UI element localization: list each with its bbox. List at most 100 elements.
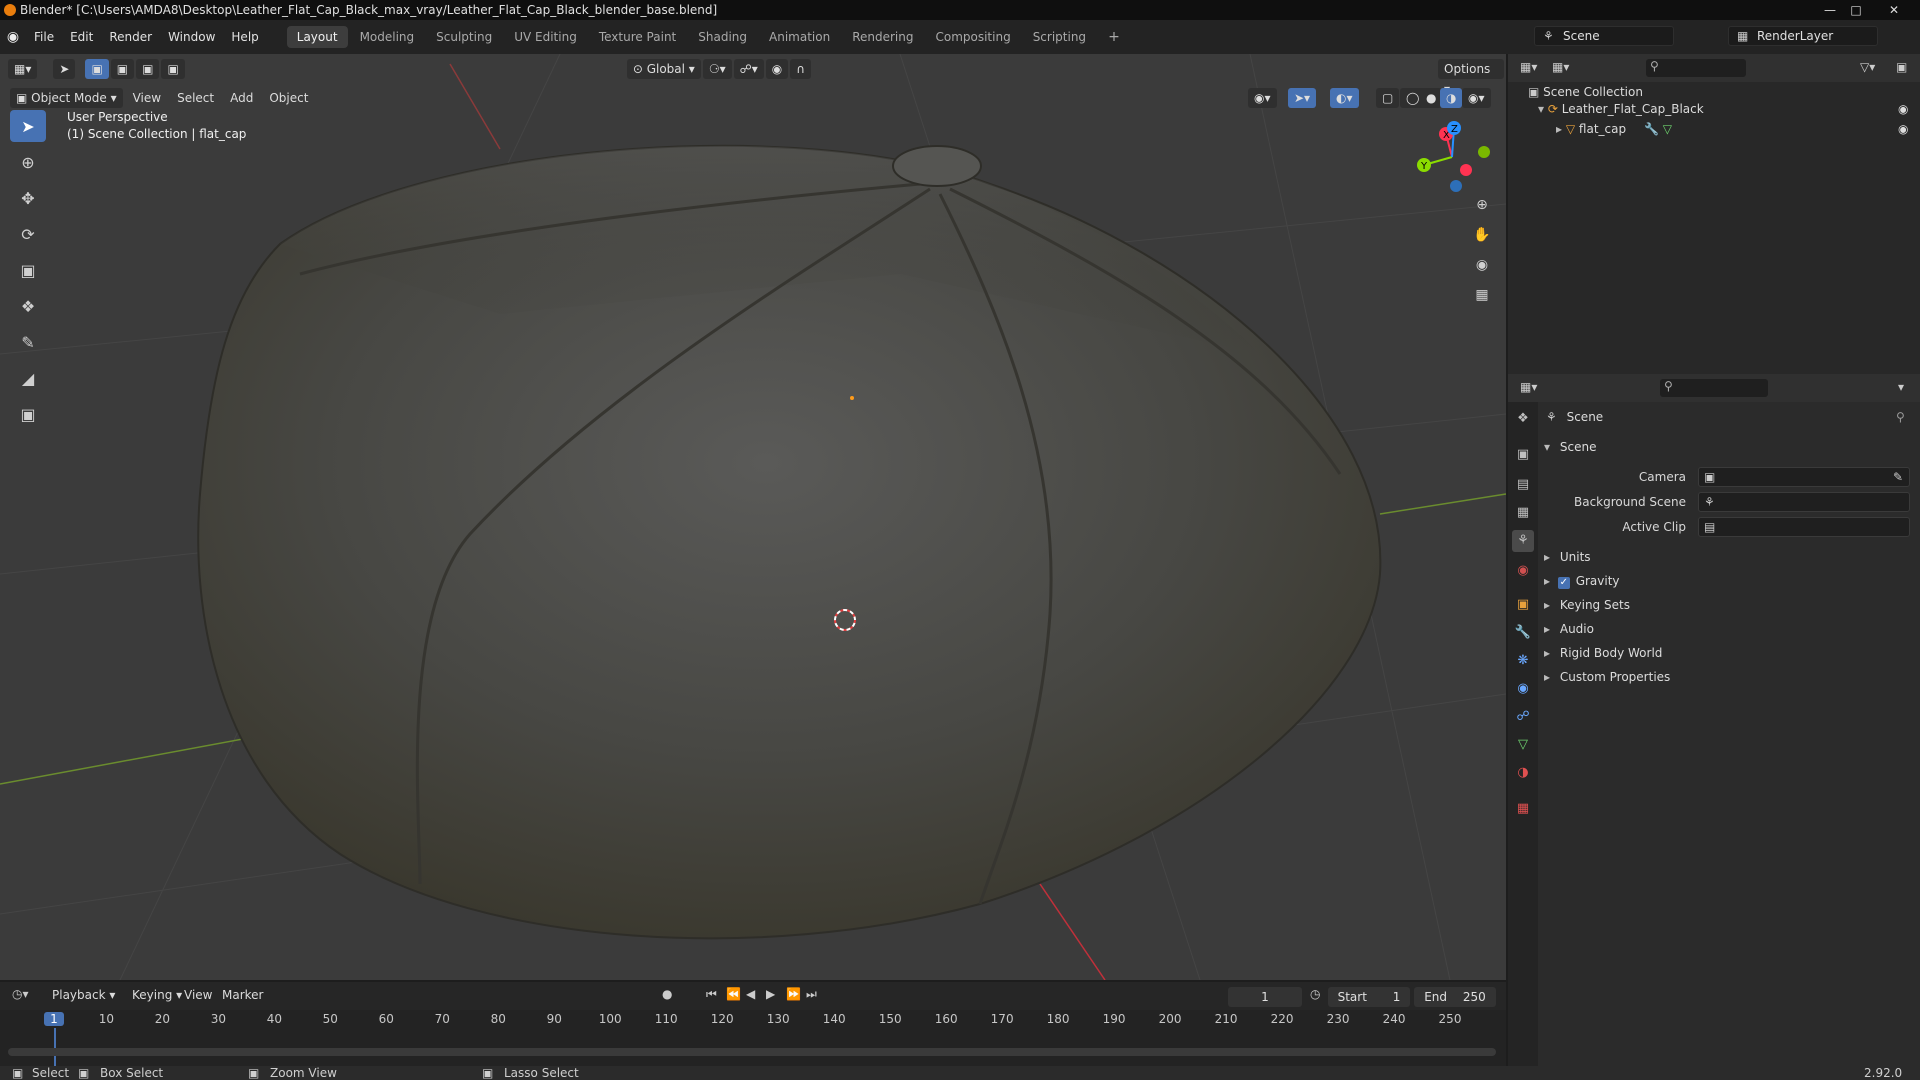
- select-mode-new-icon[interactable]: ▣: [85, 59, 109, 79]
- timeline-menu-view[interactable]: View: [184, 988, 212, 1002]
- background-scene-field[interactable]: ⚘: [1698, 492, 1910, 512]
- custom-properties-panel[interactable]: ▸ Custom Properties: [1544, 670, 1670, 684]
- outliner-row-flat-cap[interactable]: ▸ ▽ flat_cap 🔧 ▽: [1556, 122, 1672, 136]
- mesh-data-icon[interactable]: ▽: [1663, 122, 1672, 136]
- active-clip-field[interactable]: ▤: [1698, 517, 1910, 537]
- menu-edit[interactable]: Edit: [62, 30, 101, 44]
- tab-layout[interactable]: Layout: [286, 26, 348, 48]
- menu-window[interactable]: Window: [160, 30, 223, 44]
- properties-editor-icon[interactable]: ▦▾: [1520, 380, 1537, 394]
- display-mode-icon[interactable]: ▦▾: [1552, 60, 1569, 74]
- play-icon[interactable]: ▶: [766, 987, 775, 1001]
- collapse-arrow-icon[interactable]: ▸: [1556, 122, 1562, 136]
- viewport-menu-object[interactable]: Object: [261, 91, 316, 105]
- close-icon[interactable]: ✕: [1870, 0, 1918, 20]
- select-mode-intersect-icon[interactable]: ▣: [161, 59, 185, 79]
- tool-tab-icon[interactable]: ❖: [1512, 408, 1534, 430]
- pan-hand-icon[interactable]: ✋: [1469, 222, 1495, 248]
- measure-tool-icon[interactable]: ◢: [10, 362, 46, 394]
- minimize-icon[interactable]: —: [1818, 0, 1842, 20]
- transform-tool-icon[interactable]: ❖: [10, 290, 46, 322]
- tab-scripting[interactable]: Scripting: [1023, 26, 1096, 48]
- current-frame-field[interactable]: 1: [1228, 987, 1302, 1007]
- gravity-checkbox[interactable]: ✓: [1557, 577, 1570, 589]
- tab-animation[interactable]: Animation: [759, 26, 840, 48]
- tab-texture-paint[interactable]: Texture Paint: [589, 26, 686, 48]
- new-collection-icon[interactable]: ▣: [1896, 60, 1907, 74]
- properties-options-icon[interactable]: ▾: [1898, 380, 1904, 394]
- neg-z-axis-gizmo[interactable]: [1450, 180, 1462, 192]
- pivot-point-icon[interactable]: ⚆▾: [702, 59, 732, 79]
- view-layer-selector[interactable]: ▦ RenderLayer: [1728, 26, 1878, 46]
- viewport-menu-view[interactable]: View: [125, 91, 169, 105]
- record-icon[interactable]: ●: [662, 987, 672, 1001]
- select-mode-extend-icon[interactable]: ▣: [110, 59, 135, 79]
- outliner-row-leather-flat-cap[interactable]: ▾ ⟳ Leather_Flat_Cap_Black: [1538, 102, 1704, 116]
- timeline-scrollbar[interactable]: [8, 1048, 1496, 1056]
- tab-compositing[interactable]: Compositing: [925, 26, 1020, 48]
- select-box-tool-icon[interactable]: ➤: [10, 110, 46, 142]
- shading-material-icon[interactable]: ◑: [1440, 88, 1463, 108]
- add-workspace-button[interactable]: +: [1098, 25, 1130, 49]
- viewport-menu-select[interactable]: Select: [169, 91, 222, 105]
- navigation-gizmo[interactable]: X Y Z: [1410, 112, 1500, 202]
- transform-orientation-dropdown[interactable]: ⊙ Global ▾: [626, 59, 701, 79]
- object-tab-icon[interactable]: ▣: [1512, 594, 1534, 616]
- snap-icon[interactable]: ☍▾: [733, 59, 764, 79]
- eyedropper-icon[interactable]: ✎: [1893, 470, 1903, 484]
- visibility-icon[interactable]: ◉▾: [1248, 88, 1277, 108]
- constraints-tab-icon[interactable]: ☍: [1512, 706, 1534, 728]
- overlays-toggle-icon[interactable]: ◐▾: [1330, 88, 1359, 108]
- zoom-icon[interactable]: ⊕: [1469, 192, 1495, 218]
- world-tab-icon[interactable]: ◉: [1512, 560, 1534, 582]
- timeline-menu-keying[interactable]: Keying ▾: [132, 988, 182, 1002]
- tab-sculpting[interactable]: Sculpting: [426, 26, 502, 48]
- filter-icon[interactable]: ▽▾: [1860, 60, 1875, 74]
- start-frame-field[interactable]: Start 1: [1328, 987, 1410, 1007]
- particles-tab-icon[interactable]: ❋: [1512, 650, 1534, 672]
- annotate-tool-icon[interactable]: ✎: [10, 326, 46, 358]
- jump-end-icon[interactable]: ⏭: [806, 987, 817, 1002]
- material-tab-icon[interactable]: ◑: [1512, 762, 1534, 784]
- prev-keyframe-icon[interactable]: ⏪: [726, 987, 741, 1001]
- jump-start-icon[interactable]: ⏮: [706, 987, 717, 1002]
- units-panel[interactable]: ▸ Units: [1544, 550, 1591, 564]
- select-mode-subtract-icon[interactable]: ▣: [136, 59, 160, 79]
- output-tab-icon[interactable]: ▤: [1512, 474, 1534, 496]
- shading-rendered-icon[interactable]: ◉▾: [1462, 88, 1491, 108]
- texture-tab-icon[interactable]: ▦: [1512, 798, 1534, 820]
- maximize-icon[interactable]: □: [1844, 0, 1868, 20]
- timeline-editor[interactable]: ◷▾ Playback ▾ Keying ▾ View Marker ● ⏮ ⏪…: [0, 982, 1506, 1066]
- data-tab-icon[interactable]: ▽: [1512, 734, 1534, 756]
- camera-field[interactable]: ▣ ✎: [1698, 467, 1910, 487]
- modifier-wrench-icon[interactable]: 🔧: [1644, 122, 1659, 136]
- physics-tab-icon[interactable]: ◉: [1512, 678, 1534, 700]
- tab-shading[interactable]: Shading: [688, 26, 757, 48]
- rotate-tool-icon[interactable]: ⟳: [10, 218, 46, 250]
- scene-panel-header[interactable]: ▾ Scene: [1544, 440, 1596, 454]
- next-keyframe-icon[interactable]: ⏩: [786, 987, 801, 1001]
- falloff-icon[interactable]: ∩: [790, 59, 812, 79]
- tab-rendering[interactable]: Rendering: [842, 26, 923, 48]
- visibility-eye-icon[interactable]: ◉: [1898, 102, 1908, 116]
- add-cube-tool-icon[interactable]: ▣: [10, 398, 46, 430]
- gizmo-toggle-icon[interactable]: ➤▾: [1288, 88, 1317, 108]
- flat-cap-object[interactable]: [197, 144, 1382, 940]
- menu-help[interactable]: Help: [223, 30, 266, 44]
- visibility-eye-icon[interactable]: ◉: [1898, 122, 1908, 136]
- mode-dropdown[interactable]: ▣ Object Mode ▾: [10, 88, 123, 108]
- editor-type-icon[interactable]: ▦▾: [8, 59, 38, 79]
- render-tab-icon[interactable]: ▣: [1512, 444, 1534, 466]
- viewport-menu-add[interactable]: Add: [222, 91, 261, 105]
- end-frame-field[interactable]: End 250: [1414, 987, 1496, 1007]
- camera-view-icon[interactable]: ◉: [1469, 252, 1495, 278]
- neg-y-axis-gizmo[interactable]: [1478, 146, 1490, 158]
- timeline-menu-playback[interactable]: Playback ▾: [52, 988, 115, 1002]
- scale-tool-icon[interactable]: ▣: [10, 254, 46, 286]
- pin-icon[interactable]: ⚲: [1896, 410, 1905, 424]
- scene-selector[interactable]: ⚘ Scene: [1534, 26, 1674, 46]
- timeline-editor-icon[interactable]: ◷▾: [12, 987, 29, 1001]
- scene-tab-icon[interactable]: ⚘: [1512, 530, 1534, 552]
- gravity-panel[interactable]: ▸ ✓ Gravity: [1544, 574, 1620, 589]
- tab-uv-editing[interactable]: UV Editing: [504, 26, 587, 48]
